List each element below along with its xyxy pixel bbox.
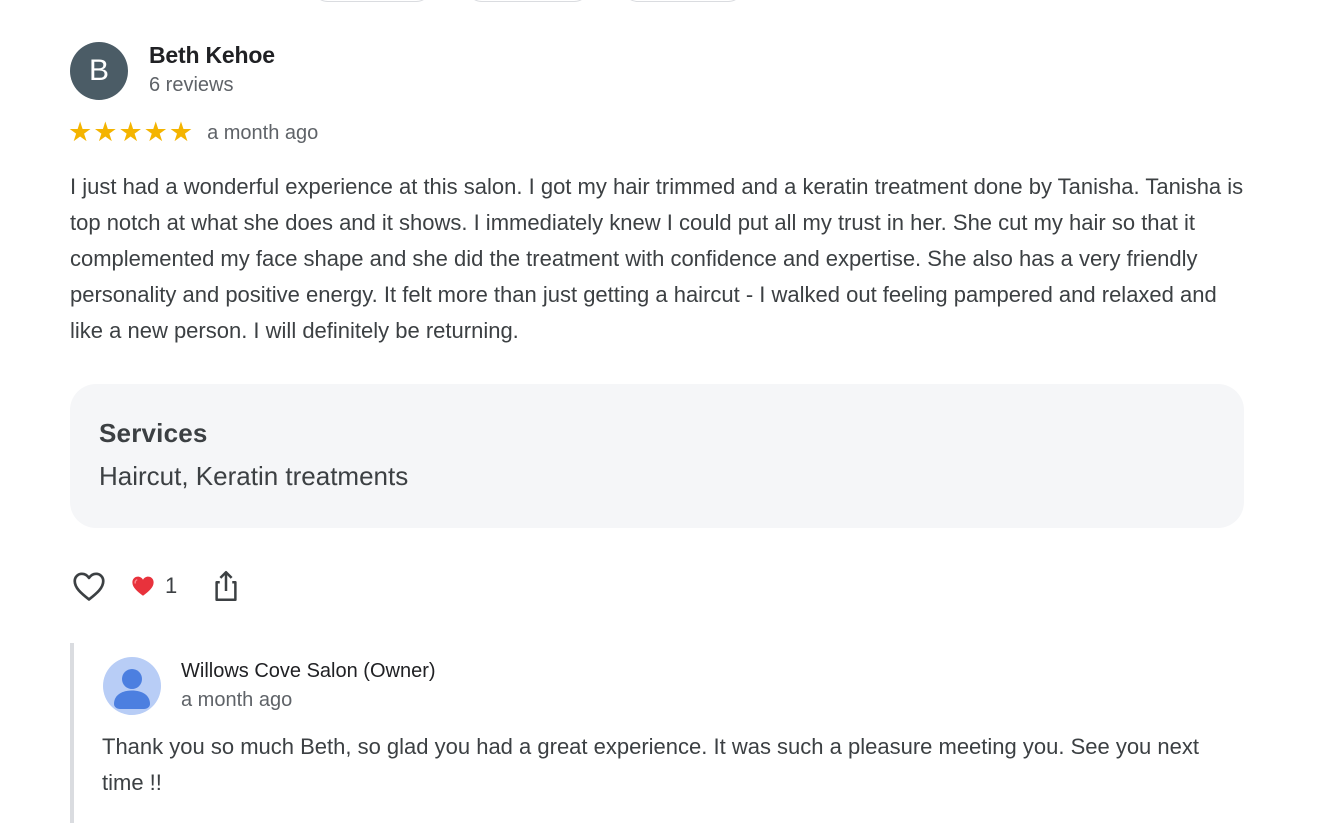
- review-actions: 1: [70, 566, 241, 606]
- filter-chip[interactable]: [312, 0, 432, 2]
- reaction-summary[interactable]: 1: [130, 573, 177, 599]
- owner-avatar[interactable]: [103, 657, 161, 715]
- star-icon: ★: [118, 117, 143, 148]
- reaction-count: 1: [165, 573, 178, 598]
- red-heart-emoji-icon: [132, 576, 154, 596]
- heart-outline-icon[interactable]: [70, 567, 108, 605]
- services-box: Services Haircut, Keratin treatments: [70, 384, 1244, 528]
- rating-row: ★ ★ ★ ★ ★ a month ago: [68, 118, 318, 148]
- star-icon: ★: [68, 117, 93, 148]
- review-card: B Beth Kehoe 6 reviews ★ ★ ★ ★ ★ a month ago…: [0, 0, 1328, 840]
- owner-reply: Willows Cove Salon (Owner) a month ago T…: [70, 643, 1254, 823]
- services-value: Haircut, Keratin treatments: [99, 461, 409, 491]
- share-icon[interactable]: [211, 568, 241, 604]
- reviewer-review-count: 6 reviews: [149, 74, 234, 96]
- services-heading: Services: [99, 418, 208, 448]
- reviewer-avatar[interactable]: B: [70, 42, 128, 100]
- star-icon: ★: [93, 117, 118, 148]
- star-icon: ★: [143, 117, 168, 148]
- star-rating: ★ ★ ★ ★ ★: [68, 118, 193, 148]
- owner-name: Willows Cove Salon (Owner): [181, 660, 436, 682]
- owner-reply-text: Thank you so much Beth, so glad you had …: [102, 734, 1199, 795]
- star-icon: ★: [168, 117, 194, 148]
- filter-chip[interactable]: [622, 0, 744, 2]
- review-text: I just had a wonderful experience at thi…: [70, 174, 1244, 343]
- owner-reply-date: a month ago: [181, 689, 293, 711]
- review-date: a month ago: [207, 121, 319, 144]
- reviewer-name[interactable]: Beth Kehoe: [149, 42, 275, 69]
- filter-chip[interactable]: [466, 0, 590, 2]
